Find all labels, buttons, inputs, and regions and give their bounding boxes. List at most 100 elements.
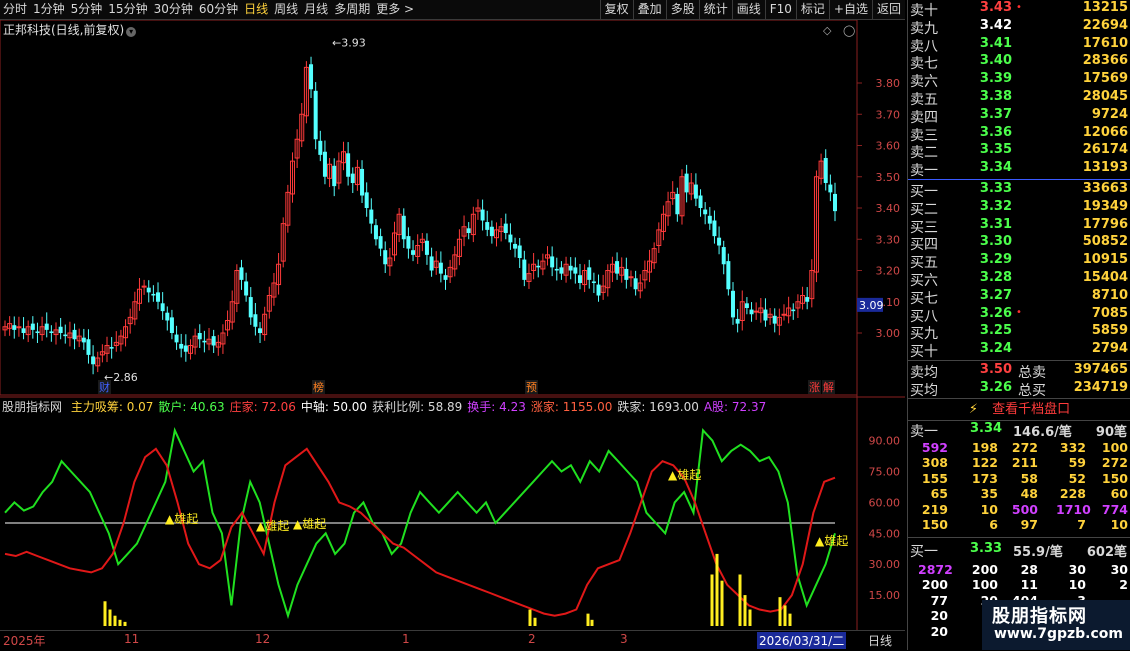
toolbar-action-button[interactable]: 标记	[795, 0, 829, 19]
candle-body	[244, 281, 249, 296]
queue-divider	[908, 537, 1130, 538]
circle-icon[interactable]: ◯	[843, 24, 855, 37]
candle-body	[703, 209, 708, 215]
candle-body	[156, 292, 161, 302]
accumulation-bar	[743, 595, 747, 626]
orderbook-price: 3.30	[979, 234, 1012, 250]
candle-body	[480, 209, 485, 221]
queue-per: 55.9/笔	[1013, 545, 1063, 560]
timeframe-tab[interactable]: 15分钟	[105, 0, 150, 19]
toolbar-action-button[interactable]: 多股	[665, 0, 699, 19]
orderbook-row[interactable]: 买七 3.27 8710	[908, 287, 1130, 307]
orderbook-price: 3.38	[979, 89, 1012, 104]
orderbook-row[interactable]: 买一 3.33 33663	[908, 181, 1130, 200]
orderbook-price: 3.32	[979, 198, 1012, 214]
timeframe-tab[interactable]: 更多 >	[373, 0, 417, 19]
timeframe-tab[interactable]: 月线	[301, 0, 331, 19]
orderbook-row[interactable]: 买十 3.24 2794	[908, 341, 1130, 360]
timeframe-tab[interactable]: 多周期	[331, 0, 373, 19]
orderbook-row[interactable]: 卖三 3.36 12066	[908, 125, 1130, 144]
candle-body	[369, 209, 374, 224]
queue-cell: 211	[1011, 455, 1038, 471]
indicator-value: 跌家: 1693.00	[617, 400, 699, 414]
orderbook-row[interactable]: 买九 3.25 5859	[908, 323, 1130, 342]
indicator-value: A股: 72.37	[703, 400, 767, 414]
orderbook-row[interactable]: 买六 3.28 15404	[908, 270, 1130, 289]
orderbook-row[interactable]: 卖八 3.41 17610	[908, 36, 1130, 55]
indicator-value: 散户: 40.63	[158, 400, 225, 414]
candle-body	[30, 323, 35, 330]
candle-body	[378, 236, 383, 249]
toolbar-action-button[interactable]: 返回	[871, 0, 905, 19]
orderbook-row[interactable]: 卖二 3.35 26174	[908, 142, 1130, 161]
timeframe-tab[interactable]: 30分钟	[151, 0, 196, 19]
diamond-icon[interactable]: ◇	[823, 24, 832, 37]
timeframe-tab[interactable]: 分时	[0, 0, 30, 19]
date-tick-label: 3	[620, 632, 628, 646]
candle-body	[16, 326, 22, 329]
indicator-name[interactable]: 股朋指标网	[2, 400, 62, 414]
orderbook-row[interactable]: 卖一 3.34 13193	[908, 160, 1130, 179]
accumulation-bar	[586, 613, 590, 626]
timeframe-tab[interactable]: 60分钟	[196, 0, 241, 19]
queue-cell: 200	[921, 577, 948, 593]
queue-header: 买一 3.33 55.9/笔 602笔	[908, 541, 1130, 560]
candle-body	[424, 240, 429, 255]
orderbook-volume: 33663	[1082, 181, 1128, 196]
toolbar-action-button[interactable]: 画线	[731, 0, 765, 19]
toolbar-action-button[interactable]: 叠加	[632, 0, 666, 19]
queue-cell: 122	[971, 455, 998, 471]
orderbook-volume: 8710	[1091, 287, 1128, 303]
candle-body	[253, 314, 258, 327]
orderbook-volume: 50852	[1082, 234, 1128, 250]
toolbar-action-button[interactable]: 统计	[698, 0, 732, 19]
date-tick-label: 2025年	[3, 634, 46, 648]
orderbook-row[interactable]: 买四 3.30 50852	[908, 234, 1130, 253]
orderbook-row[interactable]: 买五 3.29 10915	[908, 252, 1130, 271]
toolbar-action-button[interactable]: F10	[764, 0, 796, 19]
queue-cell: 7	[1077, 517, 1086, 532]
candle-body	[596, 284, 601, 296]
queue-cell: 11	[1020, 577, 1038, 593]
orderbook-row[interactable]: 卖五 3.38 28045	[908, 89, 1130, 108]
orderbook-row[interactable]: 卖九 3.42 22694	[908, 18, 1130, 37]
candle-body	[406, 236, 411, 249]
toolbar-action-button[interactable]: 复权	[599, 0, 633, 19]
timeframe-tab[interactable]: 1分钟	[30, 0, 68, 19]
candle-body	[350, 173, 355, 183]
timeframe-tab[interactable]: 周线	[271, 0, 301, 19]
current-price-value: 3.09	[859, 299, 884, 312]
accumulation-bar	[783, 605, 787, 626]
orderbook-row[interactable]: 卖四 3.37 9724	[908, 107, 1130, 126]
queue-cell: 48	[1020, 486, 1038, 502]
queue-cell: 59	[1068, 455, 1086, 471]
accumulation-bar	[710, 574, 714, 626]
orderbook-row[interactable]: 卖七 3.40 28366	[908, 53, 1130, 72]
timeframe-tab[interactable]: 日线	[241, 0, 271, 19]
orderbook-row[interactable]: 买三 3.31 17796	[908, 217, 1130, 236]
accumulation-bar	[108, 609, 112, 626]
candle-body	[485, 222, 490, 230]
candle-body	[63, 334, 68, 337]
orderbook-row[interactable]: 卖六 3.39 17569	[908, 71, 1130, 90]
orderbook-volume: 13193	[1082, 160, 1128, 176]
candle-body	[174, 334, 179, 343]
timeframe-tab[interactable]: 5分钟	[68, 0, 106, 19]
candle-body	[749, 309, 754, 315]
toolbar-action-button[interactable]: +自选	[828, 0, 872, 19]
queue-cell: 10	[1068, 577, 1086, 593]
timeframe-toolbar: 分时 1分钟 5分钟 15分钟 30分钟 60分钟 日线 周线 月线 多周期 更多 > 复权 叠加 多股…	[0, 0, 905, 20]
view-qiandang-button[interactable]: ⚡ 查看千档盘口	[908, 400, 1130, 420]
queue-cell: 2872	[918, 562, 953, 577]
chart-canvas[interactable]: 3.803.703.603.503.403.303.203.103.003.09…	[0, 20, 905, 630]
queue-price: 3.34	[970, 421, 1003, 436]
queue-cell: 30	[1110, 562, 1128, 577]
candle-body	[730, 290, 735, 318]
event-tag-label: 解	[823, 380, 834, 394]
orderbook-row[interactable]: 买二 3.32 19349	[908, 198, 1130, 218]
indicator-axis-label: 30.00	[869, 558, 901, 571]
queue-cell: 332	[1059, 440, 1086, 455]
date-cursor: 2026/03/31/二	[757, 632, 847, 649]
orderbook-volume: 19349	[1082, 198, 1128, 214]
orderbook-divider	[908, 360, 1130, 361]
